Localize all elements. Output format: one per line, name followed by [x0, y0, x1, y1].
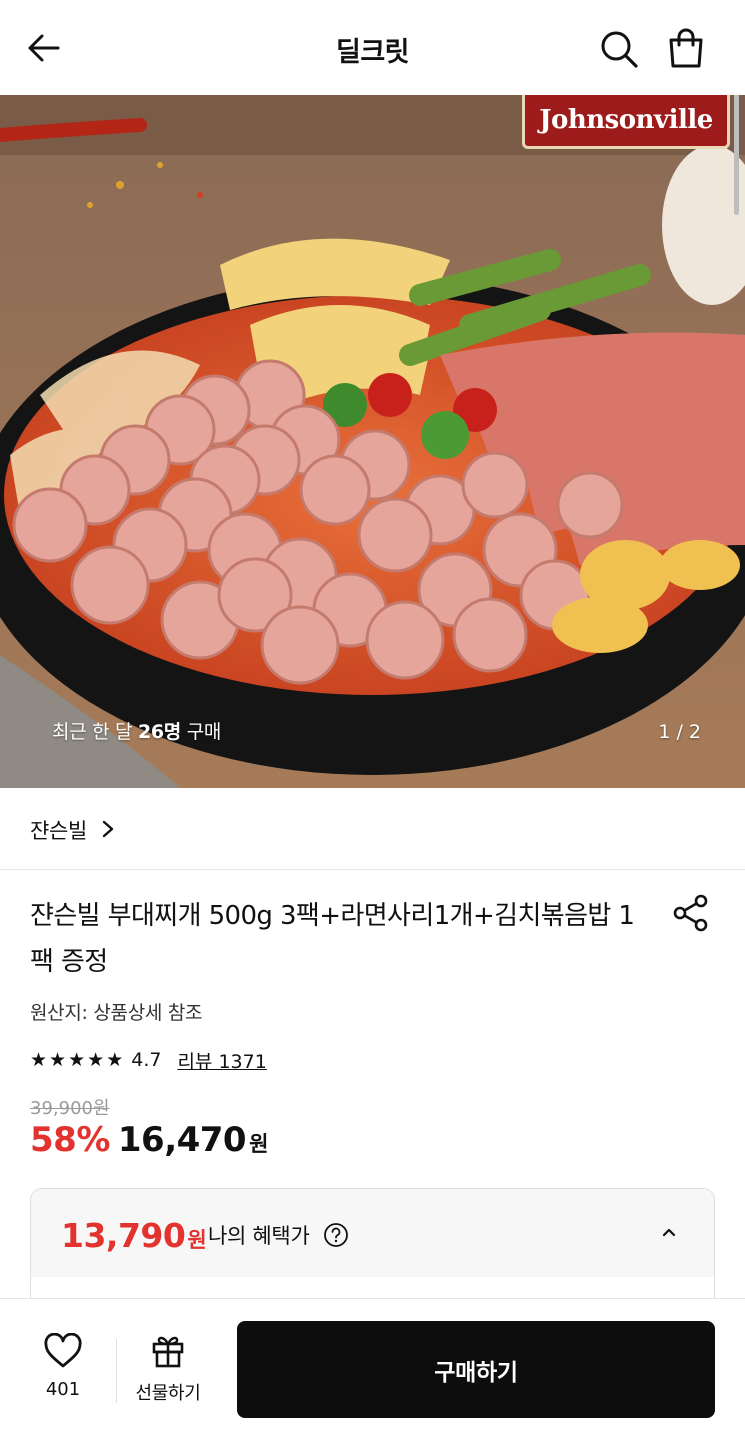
- gift-label: 선물하기: [135, 1383, 201, 1404]
- buy-button[interactable]: 구매하기: [237, 1321, 715, 1418]
- rating-row: ★ ★ ★ ★ ★ 4.7 리뷰 1371: [30, 1046, 267, 1074]
- buyers-count: 26명: [137, 721, 181, 743]
- benefit-label: 나의 혜택가: [208, 1224, 310, 1248]
- star-icon: ★: [30, 1048, 48, 1071]
- sale-price: 16,470: [117, 1120, 247, 1160]
- rating-score: 4.7: [131, 1049, 162, 1071]
- like-count: 401: [45, 1379, 81, 1400]
- price-row: 58% 16,470 원: [30, 1120, 268, 1160]
- product-image-carousel[interactable]: Johnsonville 최근 한 달 26명 구매 1 / 2: [0, 95, 745, 788]
- gift-button[interactable]: 선물하기: [128, 1331, 208, 1405]
- shopping-bag-icon[interactable]: [662, 24, 710, 72]
- star-icon: ★: [68, 1048, 86, 1071]
- brand-logo: Johnsonville: [522, 95, 730, 149]
- help-icon[interactable]: [323, 1222, 349, 1248]
- heart-icon: [44, 1333, 82, 1368]
- chevron-right-icon: [102, 820, 114, 838]
- product-photo: [0, 95, 745, 788]
- chevron-up-icon[interactable]: [659, 1225, 679, 1239]
- star-icon: ★: [106, 1048, 124, 1071]
- benefit-price: 13,790원: [61, 1216, 207, 1255]
- star-icon: ★: [87, 1048, 105, 1071]
- like-button[interactable]: 401: [30, 1333, 96, 1400]
- image-pager: 1 / 2: [658, 721, 701, 743]
- recent-buyers-text: 최근 한 달 26명 구매: [52, 721, 222, 743]
- reviews-link[interactable]: 리뷰 1371: [177, 1047, 266, 1074]
- gift-icon: [152, 1336, 184, 1368]
- origin-info: 원산지: 상품상세 참조: [30, 1002, 203, 1024]
- discount-rate: 58%: [30, 1120, 110, 1160]
- original-price: 39,900원: [30, 1098, 110, 1119]
- divider: [116, 1339, 117, 1403]
- brand-link[interactable]: 쟌슨빌: [0, 788, 745, 870]
- page-scrollbar[interactable]: [734, 95, 739, 215]
- share-icon[interactable]: [670, 892, 712, 934]
- search-icon[interactable]: [596, 26, 642, 72]
- star-icon: ★: [49, 1048, 67, 1071]
- star-rating: ★ ★ ★ ★ ★: [30, 1048, 124, 1071]
- brand-name: 쟌슨빌: [30, 819, 88, 843]
- bottom-action-bar: 401 선물하기 구매하기: [0, 1298, 745, 1440]
- top-app-bar: 딜크릿: [0, 0, 745, 95]
- product-name: 쟌슨빌 부대찌개 500g 3팩+라면사리1개+김치볶음밥 1팩 증정: [30, 901, 635, 977]
- price-unit: 원: [249, 1132, 269, 1156]
